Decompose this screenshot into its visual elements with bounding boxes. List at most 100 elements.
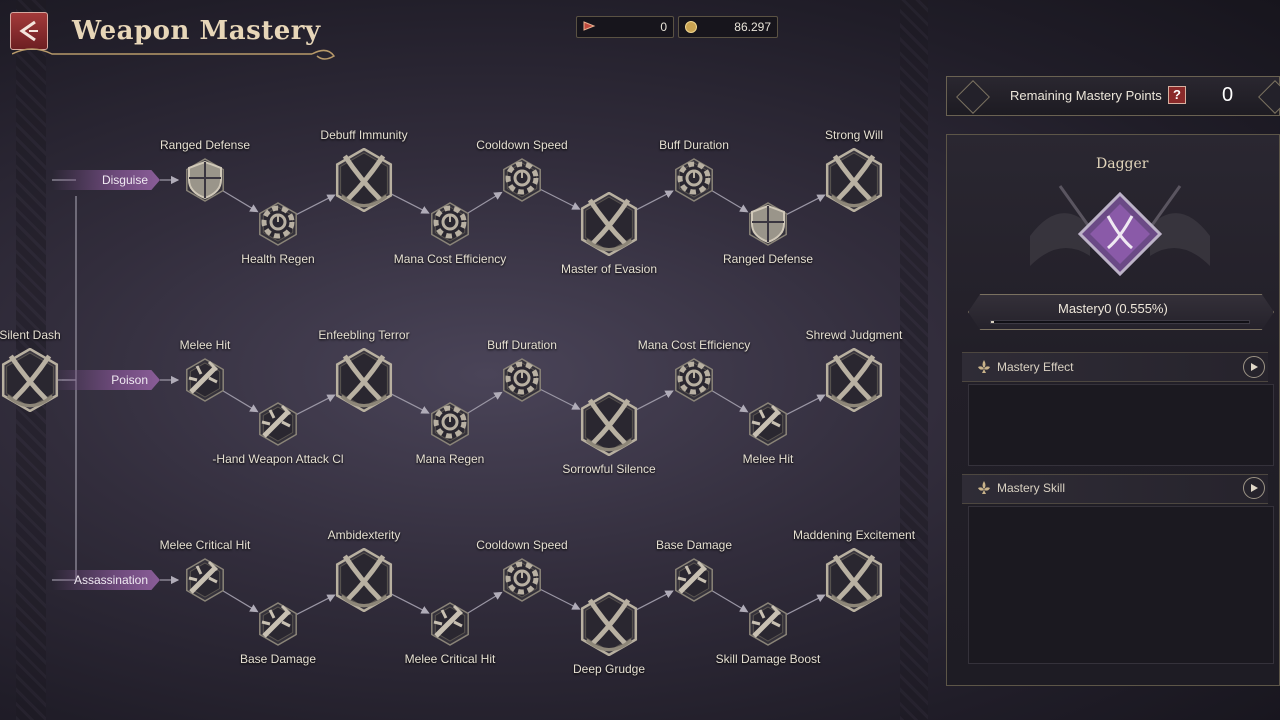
gear-clock-icon (677, 161, 711, 195)
mastery-node[interactable] (746, 402, 790, 446)
weapon-name: Dagger (1096, 156, 1149, 172)
sword-burst-icon (751, 604, 782, 638)
mastery-progress-fill (991, 321, 994, 323)
mastery-effect-play-button[interactable] (1243, 356, 1265, 378)
mastery-node[interactable] (256, 602, 300, 646)
gear-clock-icon (505, 561, 539, 595)
mastery-node-label: Shrewd Judgment (805, 328, 903, 342)
crossed-daggers-icon (340, 354, 388, 408)
mastery-skill-play-button[interactable] (1243, 477, 1265, 499)
gear-clock-icon (433, 405, 467, 439)
mastery-node-label: Silent Dash (0, 328, 61, 342)
sword-burst-icon (433, 604, 464, 638)
mastery-node[interactable] (428, 202, 472, 246)
mastery-node[interactable] (428, 402, 472, 446)
mastery-node-label: Ranged Defense (159, 138, 251, 152)
mastery-level-text: Mastery0 (0.555%) (1058, 301, 1168, 316)
mastery-node[interactable] (183, 158, 227, 202)
crossed-daggers-icon (6, 354, 54, 408)
weapon-crest-icon (1030, 185, 1210, 277)
mastery-node[interactable] (183, 558, 227, 602)
sword-burst-icon (188, 560, 219, 594)
mastery-node[interactable] (256, 402, 300, 446)
mastery-node[interactable] (672, 558, 716, 602)
mastery-node-major[interactable] (822, 348, 886, 412)
sword-burst-icon (751, 404, 782, 438)
sword-burst-icon (677, 560, 708, 594)
crossed-daggers-icon (340, 154, 388, 208)
play-icon (1251, 363, 1258, 371)
mastery-node-label: Health Regen (241, 252, 315, 266)
mastery-node-major[interactable] (332, 348, 396, 412)
branch-banner-poison[interactable]: Poison (52, 370, 160, 390)
diamond-ornament-icon (1258, 80, 1280, 114)
mastery-node-label: Maddening Excitement (792, 528, 916, 542)
mastery-node-label: Enfeebling Terror (318, 328, 410, 342)
mastery-node-label: -Hand Weapon Attack Cl (212, 452, 344, 466)
sword-burst-icon (261, 604, 292, 638)
mastery-node-label: Debuff Immunity (320, 128, 408, 142)
mastery-node-label: Deep Grudge (572, 662, 646, 676)
gear-clock-icon (505, 161, 539, 195)
crossed-daggers-icon (830, 354, 878, 408)
fleur-icon (978, 360, 990, 373)
mastery-node-label: Buff Duration (659, 138, 729, 152)
remaining-points-label: Remaining Mastery Points (1010, 88, 1162, 103)
mastery-node-label: Melee Hit (179, 338, 231, 352)
mastery-node-major[interactable] (0, 348, 62, 412)
mastery-node[interactable] (746, 202, 790, 246)
crossed-daggers-icon (340, 554, 388, 608)
help-button[interactable]: ? (1168, 86, 1186, 104)
branch-banner-assassination[interactable]: Assassination (52, 570, 160, 590)
mastery-node-label: Melee Hit (742, 452, 794, 466)
mastery-node-label: Ranged Defense (722, 252, 814, 266)
mastery-node[interactable] (500, 558, 544, 602)
mastery-node[interactable] (746, 602, 790, 646)
mastery-node[interactable] (428, 602, 472, 646)
mastery-node-label: Cooldown Speed (476, 138, 568, 152)
branch-banner-disguise[interactable]: Disguise (52, 170, 160, 190)
mastery-node-major[interactable] (577, 392, 641, 456)
crossed-daggers-icon (585, 198, 633, 252)
mastery-effect-title: Mastery Effect (997, 360, 1074, 374)
mastery-node-label: Melee Critical Hit (404, 652, 496, 666)
mastery-node[interactable] (500, 358, 544, 402)
mastery-skill-title: Mastery Skill (997, 481, 1066, 495)
mastery-node[interactable] (672, 158, 716, 202)
mastery-node[interactable] (672, 358, 716, 402)
mastery-node-label: Skill Damage Boost (715, 652, 821, 666)
gear-clock-icon (505, 361, 539, 395)
shield-icon (751, 204, 785, 244)
mastery-node-label: Mana Regen (415, 452, 485, 466)
mastery-node-major[interactable] (577, 592, 641, 656)
mastery-node-label: Strong Will (824, 128, 884, 142)
mastery-node-label: Cooldown Speed (476, 538, 568, 552)
mastery-effect-content (968, 384, 1274, 466)
mastery-progress-track (990, 320, 1250, 324)
mastery-node-label: Base Damage (239, 652, 317, 666)
crossed-daggers-icon (830, 554, 878, 608)
fleur-icon (978, 481, 990, 494)
mastery-node-label: Sorrowful Silence (562, 462, 656, 476)
mastery-node-label: Base Damage (655, 538, 733, 552)
crossed-daggers-icon (585, 598, 633, 652)
mastery-node-major[interactable] (332, 548, 396, 612)
mastery-node-label: Ambidexterity (327, 528, 401, 542)
mastery-node-major[interactable] (332, 148, 396, 212)
mastery-node-major[interactable] (822, 148, 886, 212)
mastery-node-label: Mana Cost Efficiency (637, 338, 751, 352)
gear-clock-icon (433, 205, 467, 239)
mastery-node[interactable] (183, 358, 227, 402)
mastery-skill-content (968, 506, 1274, 664)
gear-clock-icon (677, 361, 711, 395)
mastery-node-major[interactable] (822, 548, 886, 612)
remaining-points-value: 0 (1222, 84, 1234, 106)
crossed-daggers-icon (830, 154, 878, 208)
mastery-node-major[interactable] (577, 192, 641, 256)
mastery-node-label: Buff Duration (487, 338, 557, 352)
gear-clock-icon (261, 205, 295, 239)
mastery-node[interactable] (500, 158, 544, 202)
sword-burst-icon (261, 404, 292, 438)
shield-icon (188, 160, 222, 200)
mastery-node[interactable] (256, 202, 300, 246)
